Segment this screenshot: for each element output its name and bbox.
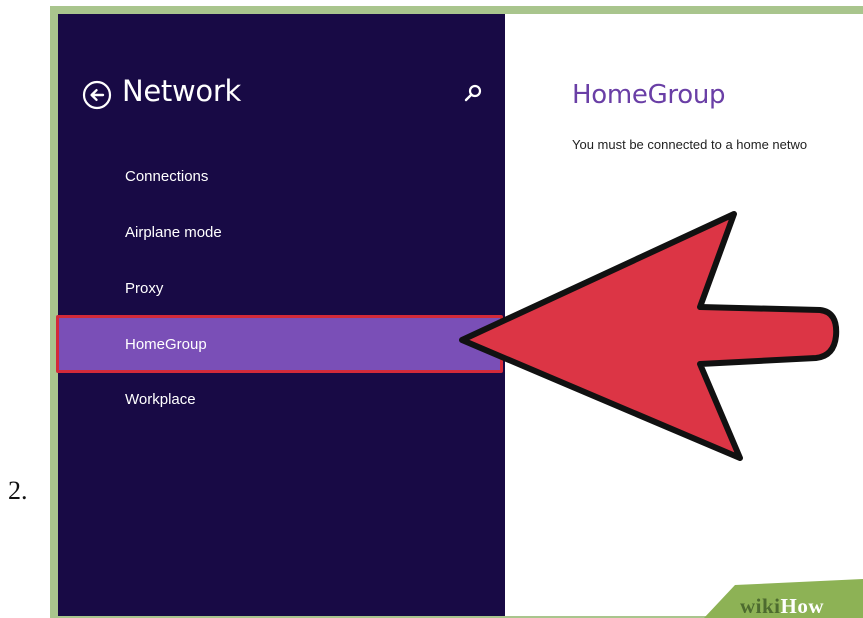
watermark-wiki: wiki: [740, 594, 781, 618]
wikihow-watermark: wikiHow: [740, 594, 824, 618]
homegroup-message: You must be connected to a home netwo: [572, 137, 808, 152]
sidebar-title: Network: [122, 74, 241, 108]
sidebar-item-label: Workplace: [125, 390, 196, 408]
sidebar-item-label: HomeGroup: [125, 335, 207, 353]
back-arrow-circle-icon[interactable]: [82, 80, 112, 110]
step-number: 2.: [8, 476, 28, 505]
page: 2. Network Connections Airplane mode Pro…: [0, 0, 863, 618]
page-title: HomeGroup: [572, 80, 726, 110]
search-icon[interactable]: [462, 82, 484, 104]
sidebar-item-workplace[interactable]: Workplace: [58, 378, 505, 420]
sidebar-item-homegroup[interactable]: HomeGroup: [56, 315, 503, 373]
sidebar-item-connections[interactable]: Connections: [58, 155, 505, 197]
sidebar-item-airplane-mode[interactable]: Airplane mode: [58, 211, 505, 253]
sidebar-item-label: Airplane mode: [125, 223, 222, 241]
red-pointer-arrow-icon: [459, 211, 840, 461]
sidebar-item-label: Proxy: [125, 279, 164, 297]
watermark-how: How: [780, 594, 825, 618]
sidebar-item-label: Connections: [125, 167, 209, 185]
sidebar-item-proxy[interactable]: Proxy: [58, 267, 505, 309]
